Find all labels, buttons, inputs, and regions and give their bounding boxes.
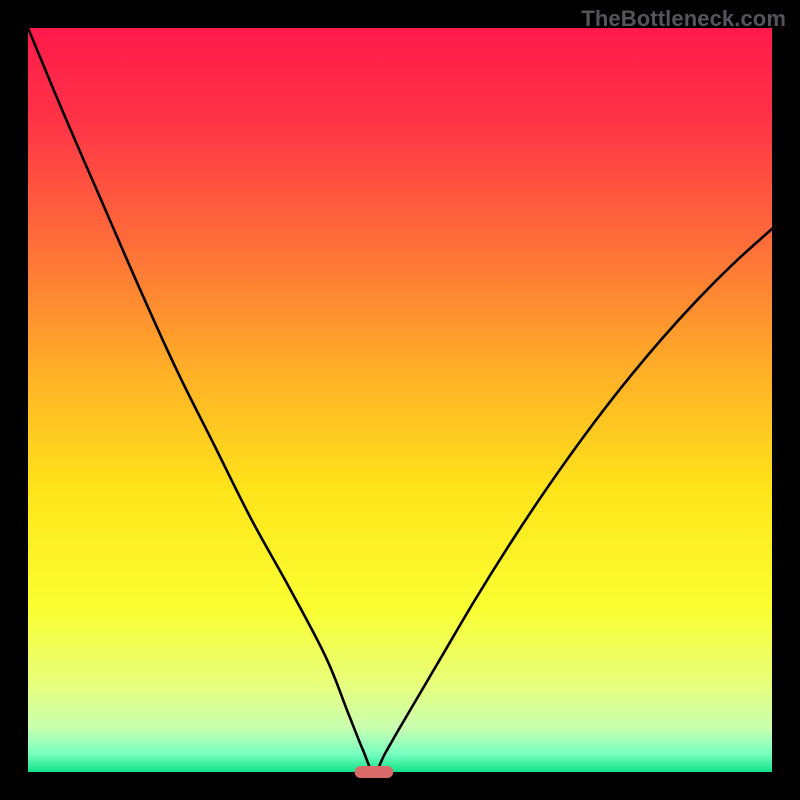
bottleneck-chart: TheBottleneck.com	[0, 0, 800, 800]
chart-svg	[0, 0, 800, 800]
plot-background	[28, 28, 772, 772]
optimum-marker	[355, 766, 394, 778]
